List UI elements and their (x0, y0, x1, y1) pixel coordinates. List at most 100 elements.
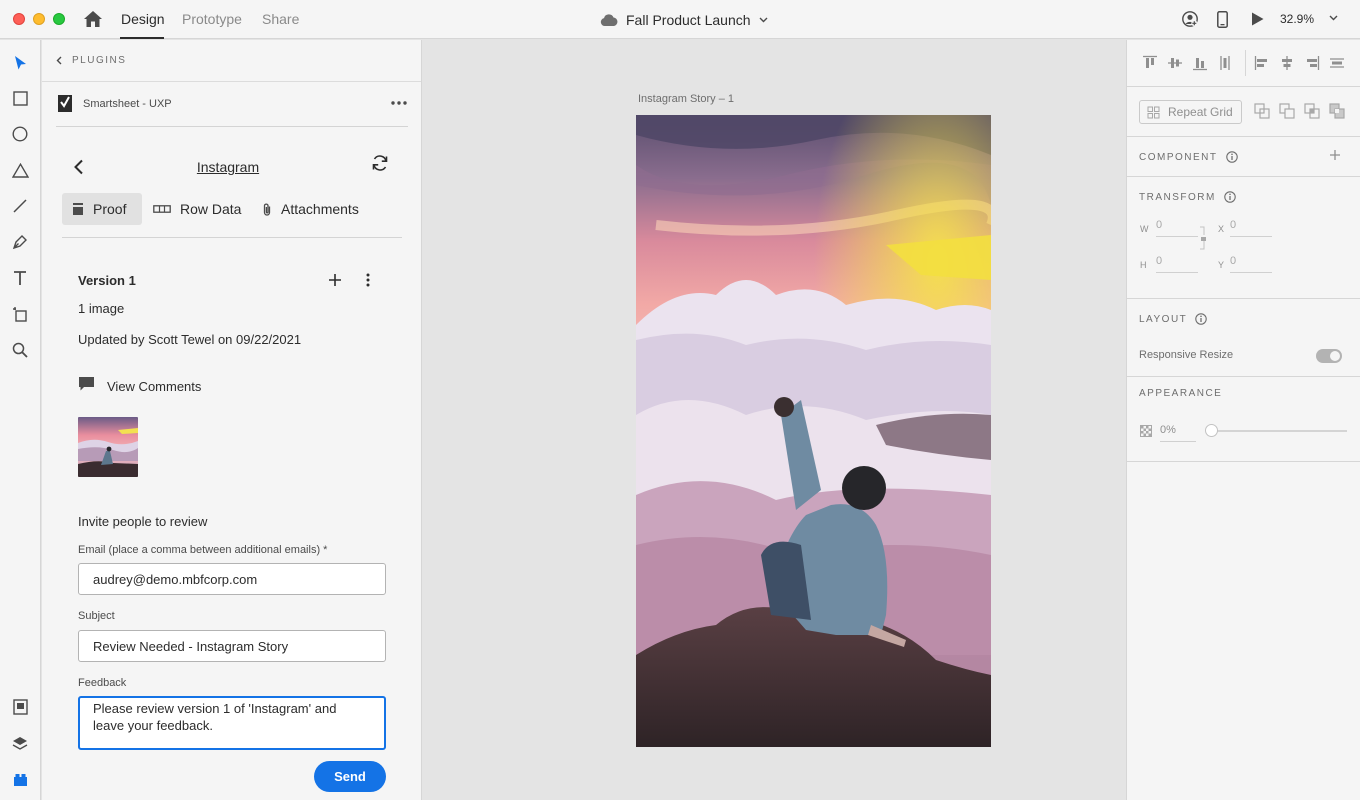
divider (1127, 298, 1360, 299)
y-field[interactable]: 0 (1230, 255, 1272, 273)
subtract-icon[interactable] (1279, 103, 1295, 119)
align-center-icon[interactable] (1279, 55, 1295, 71)
line-tool-icon[interactable] (10, 196, 30, 216)
pen-tool-icon[interactable] (10, 232, 30, 252)
opacity-slider-track[interactable] (1210, 430, 1347, 432)
zoom-level[interactable]: 32.9% (1280, 12, 1314, 26)
ellipse-tool-icon[interactable] (10, 124, 30, 144)
layout-section-heading: LAYOUT (1139, 313, 1208, 325)
refresh-icon[interactable] (371, 154, 389, 172)
email-field[interactable] (78, 563, 386, 595)
tab-attachments-label: Attachments (281, 201, 359, 217)
transform-section-heading: TRANSFORM (1139, 191, 1236, 203)
paperclip-icon (263, 203, 271, 216)
y-label: Y (1218, 260, 1225, 270)
feedback-field[interactable]: Please review version 1 of 'Instagram' a… (78, 696, 386, 750)
back-arrow-icon[interactable] (72, 159, 86, 175)
home-icon[interactable] (83, 10, 103, 28)
add-version-icon[interactable] (328, 273, 342, 287)
artboard-tool-icon[interactable] (10, 304, 30, 324)
smartsheet-logo-icon (58, 95, 72, 112)
plugins-heading: PLUGINS (72, 55, 127, 66)
opacity-field[interactable]: 0% (1160, 424, 1196, 442)
cloud-icon (600, 14, 618, 26)
subject-label: Subject (78, 610, 115, 622)
tab-design[interactable]: Design (121, 11, 165, 27)
add-union-icon[interactable] (1254, 103, 1270, 119)
artboard-photo (636, 115, 991, 747)
zoom-tool-icon[interactable] (10, 340, 30, 360)
select-tool-icon[interactable] (10, 53, 30, 73)
plugins-icon[interactable] (10, 769, 30, 789)
sheet-title-link[interactable]: Instagram (172, 159, 284, 175)
send-button[interactable]: Send (314, 761, 386, 792)
rectangle-tool-icon[interactable] (10, 88, 30, 108)
proof-thumbnail-image (78, 417, 138, 477)
divider (1127, 86, 1360, 87)
close-window-button[interactable] (13, 13, 25, 25)
info-icon[interactable] (1225, 151, 1238, 163)
repeat-grid-label: Repeat Grid (1168, 105, 1233, 119)
subject-field[interactable] (78, 630, 386, 662)
invite-user-icon[interactable] (1182, 11, 1198, 27)
info-icon[interactable] (1224, 191, 1236, 203)
minimize-window-button[interactable] (33, 13, 45, 25)
tab-prototype[interactable]: Prototype (182, 11, 242, 27)
distribute-horizontal-icon[interactable] (1329, 55, 1345, 71)
intersect-icon[interactable] (1304, 103, 1320, 119)
transform-heading: TRANSFORM (1139, 191, 1216, 203)
title-bar: Design Prototype Share Fall Product Laun… (0, 0, 1360, 39)
x-label: X (1218, 224, 1225, 234)
divider (1127, 176, 1360, 177)
appearance-section-heading: APPEARANCE (1139, 388, 1222, 399)
align-bottom-icon[interactable] (1192, 55, 1208, 71)
responsive-resize-toggle[interactable] (1316, 349, 1342, 363)
property-inspector: Repeat Grid COMPONENT TRANSFORM W 0 X 0 … (1126, 40, 1360, 800)
design-canvas[interactable]: Instagram Story – 1 (423, 40, 1126, 800)
feedback-label: Feedback (78, 677, 127, 689)
info-icon[interactable] (1195, 313, 1208, 325)
lock-aspect-icon[interactable] (1199, 226, 1207, 250)
view-comments-link[interactable]: View Comments (107, 379, 201, 394)
opacity-slider-handle[interactable] (1205, 424, 1218, 437)
version-more-icon[interactable] (366, 273, 370, 287)
polygon-tool-icon[interactable] (10, 160, 30, 180)
image-count: 1 image (78, 301, 125, 316)
responsive-resize-label: Responsive Resize (1139, 349, 1234, 361)
height-field[interactable]: 0 (1156, 255, 1198, 273)
document-title-menu[interactable]: Fall Product Launch (600, 10, 768, 30)
tab-attachments[interactable]: Attachments (252, 193, 369, 225)
distribute-vertical-icon[interactable] (1217, 55, 1233, 71)
more-options-icon[interactable] (391, 101, 407, 105)
invite-heading: Invite people to review (78, 514, 208, 529)
height-label: H (1140, 260, 1147, 270)
add-component-icon[interactable] (1329, 149, 1341, 161)
align-middle-icon[interactable] (1167, 55, 1183, 71)
plugin-panel: PLUGINS Smartsheet - UXP Instagram Proof… (42, 40, 422, 800)
align-left-icon[interactable] (1254, 55, 1270, 71)
artboard[interactable] (636, 115, 991, 747)
zoom-window-button[interactable] (53, 13, 65, 25)
document-assets-icon[interactable] (10, 697, 30, 717)
tab-proof[interactable]: Proof (62, 193, 142, 225)
play-icon[interactable] (1251, 12, 1264, 26)
device-preview-icon[interactable] (1217, 11, 1228, 28)
artboard-name[interactable]: Instagram Story – 1 (638, 93, 734, 105)
width-field[interactable]: 0 (1156, 219, 1198, 237)
repeat-grid-button[interactable]: Repeat Grid (1139, 100, 1242, 124)
zoom-dropdown-chevron-icon[interactable] (1329, 15, 1338, 21)
text-tool-icon[interactable] (10, 268, 30, 288)
proof-thumbnail[interactable] (78, 417, 138, 477)
plugins-back-link[interactable]: PLUGINS (56, 55, 126, 66)
align-top-icon[interactable] (1142, 55, 1158, 71)
divider (1127, 376, 1360, 377)
x-field[interactable]: 0 (1230, 219, 1272, 237)
layers-icon[interactable] (10, 733, 30, 753)
exclude-overlap-icon[interactable] (1329, 103, 1345, 119)
proof-icon (73, 203, 83, 215)
align-right-icon[interactable] (1304, 55, 1320, 71)
tab-share[interactable]: Share (262, 11, 299, 27)
tab-row-data[interactable]: Row Data (143, 193, 251, 225)
appearance-heading: APPEARANCE (1139, 388, 1223, 399)
comment-icon[interactable] (78, 376, 95, 391)
